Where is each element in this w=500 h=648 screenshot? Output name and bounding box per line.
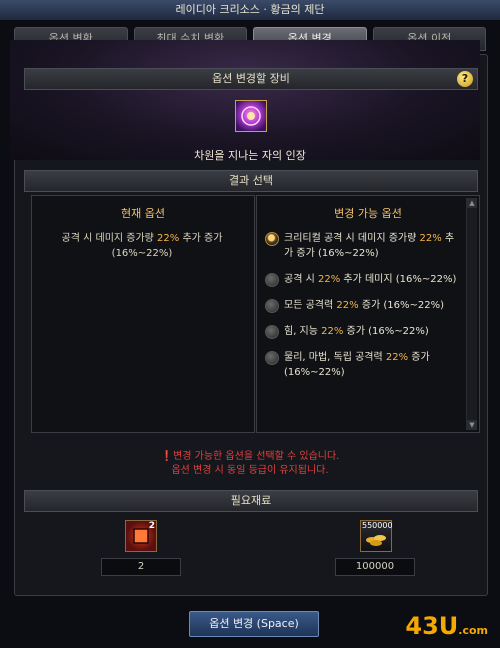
option-text-pre: 크리티컬 공격 시 데미지 증가량 [284, 233, 420, 244]
material-slot-1[interactable]: 2 [125, 520, 157, 552]
option-text-value: 22% [321, 326, 344, 337]
option-text-pre: 힘, 지능 [284, 326, 322, 337]
current-option-text: 공격 시 데미지 증가량 22% 추가 증가 (16%~22%) [32, 221, 254, 261]
scroll-down-icon[interactable]: ▼ [467, 420, 477, 430]
material-slot-2[interactable]: 550000 [360, 520, 393, 552]
notice-line-1: ❗변경 가능한 옵션을 선택할 수 있습니다. [0, 450, 500, 464]
option-text: 크리티컬 공격 시 데미지 증가량 22% 추가 증가 (16%~22%) [284, 231, 463, 261]
radio-selected-icon[interactable] [265, 232, 279, 246]
material-count-1: 2 [101, 558, 181, 576]
option-item-str-int[interactable]: 힘, 지능 22% 증가 (16%~22%) [265, 324, 463, 339]
radio-icon[interactable] [265, 299, 279, 313]
option-text-pre: 모든 공격력 [284, 300, 337, 311]
option-text-pre: 물리, 마법, 독립 공격력 [284, 352, 386, 363]
exclamation-icon: ❗ [160, 451, 174, 462]
option-text-post: 증가 (16%~22%) [358, 300, 444, 311]
changeable-options-title: 변경 가능 옵션 [334, 207, 402, 220]
option-text-pre: 공격 시 [284, 274, 318, 285]
options-scrollbar[interactable]: ▲ ▼ [466, 198, 477, 430]
current-options-panel: 현재 옵션 공격 시 데미지 증가량 22% 추가 증가 (16%~22%) [31, 195, 255, 433]
option-item-critical-damage[interactable]: 크리티컬 공격 시 데미지 증가량 22% 추가 증가 (16%~22%) [265, 231, 463, 261]
option-item-extra-damage[interactable]: 공격 시 22% 추가 데미지 (16%~22%) [265, 272, 463, 287]
window-title: 레이디아 크리소스 · 황금의 제단 [0, 0, 500, 21]
option-text-post: 추가 데미지 (16%~22%) [340, 274, 457, 285]
radio-icon[interactable] [265, 325, 279, 339]
material-badge-1: 2 [148, 521, 155, 531]
current-options-title: 현재 옵션 [121, 207, 165, 220]
changeable-options-list: 크리티컬 공격 시 데미지 증가량 22% 추가 증가 (16%~22%) 공격… [257, 221, 479, 380]
watermark-suffix: .com [458, 624, 488, 637]
watermark-text: 43U [405, 612, 459, 640]
radio-icon[interactable] [265, 273, 279, 287]
changeable-options-panel: 변경 가능 옵션 크리티컬 공격 시 데미지 증가량 22% 추가 증가 (16… [256, 195, 480, 433]
option-item-phys-mag-indep-attack[interactable]: 물리, 마법, 독립 공격력 22% 증가 (16%~22%) [265, 350, 463, 380]
equipment-name: 차원을 지나는 자의 인장 [194, 149, 306, 162]
scroll-up-icon[interactable]: ▲ [467, 198, 477, 208]
option-text-value: 22% [336, 300, 359, 311]
result-header: 결과 선택 [24, 170, 478, 192]
notice-message: ❗변경 가능한 옵션을 선택할 수 있습니다. 옵션 변경 시 동일 등급이 유… [0, 450, 500, 478]
option-text: 공격 시 22% 추가 데미지 (16%~22%) [284, 272, 456, 287]
current-option-pre: 공격 시 데미지 증가량 [61, 233, 158, 244]
equipment-slot[interactable] [235, 100, 267, 132]
notice-line-1-text: 변경 가능한 옵션을 선택할 수 있습니다. [173, 451, 340, 462]
option-text-value: 22% [317, 274, 341, 285]
material-badge-2: 550000 [362, 521, 393, 530]
material-count-2: 100000 [335, 558, 415, 576]
option-text: 모든 공격력 22% 증가 (16%~22%) [284, 298, 444, 313]
help-icon[interactable]: ? [457, 71, 473, 87]
equipment-header: 옵션 변경할 장비 ? [24, 68, 478, 90]
option-text-value: 22% [419, 233, 442, 244]
radio-icon[interactable] [265, 351, 279, 365]
change-option-button[interactable]: 옵션 변경 (Space) [189, 611, 319, 637]
materials-header: 필요재료 [24, 490, 478, 512]
watermark-logo: 43U.com [405, 612, 488, 640]
equipment-header-label: 옵션 변경할 장비 [212, 72, 290, 85]
current-option-value: 22% [157, 233, 180, 244]
option-text-value: 22% [385, 352, 409, 363]
option-item-all-attack[interactable]: 모든 공격력 22% 증가 (16%~22%) [265, 298, 463, 313]
option-text: 힘, 지능 22% 증가 (16%~22%) [284, 324, 429, 339]
option-text: 물리, 마법, 독립 공격력 22% 증가 (16%~22%) [284, 350, 463, 380]
notice-line-2: 옵션 변경 시 동일 등급이 유지됩니다. [171, 465, 329, 476]
option-text-post: 증가 (16%~22%) [343, 326, 429, 337]
gem-icon [241, 106, 261, 126]
